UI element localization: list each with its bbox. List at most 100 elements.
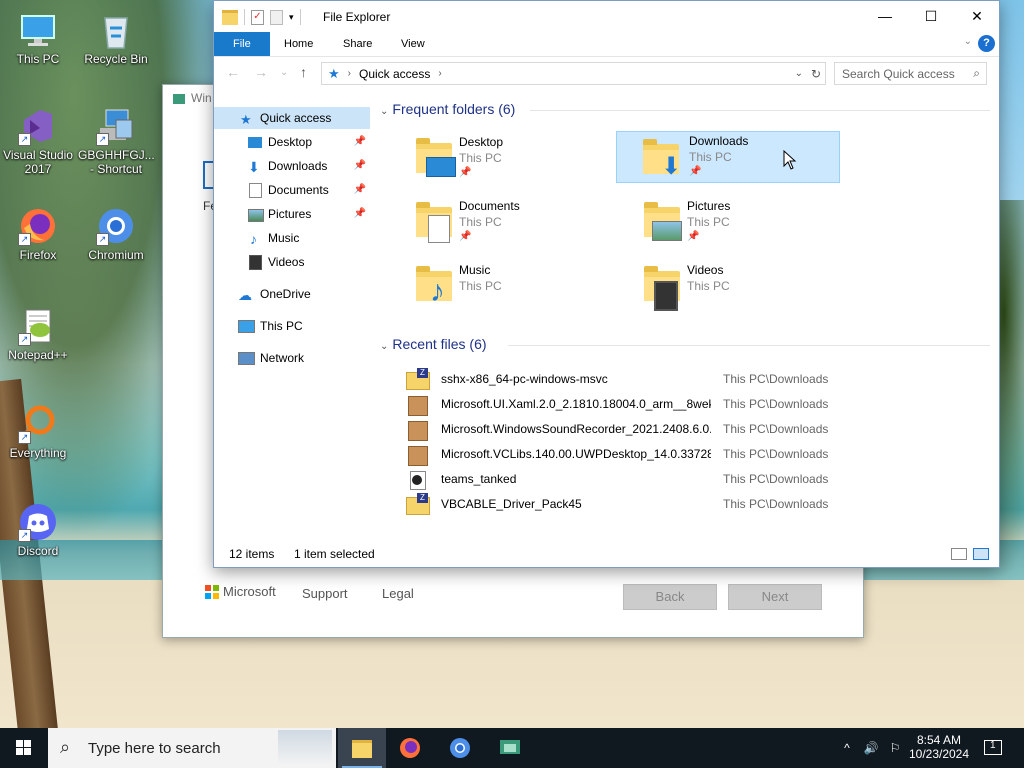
package-icon xyxy=(406,443,428,466)
nav-this-pc[interactable]: This PC xyxy=(214,315,370,337)
file-name: teams_tanked xyxy=(441,472,517,486)
support-link[interactable]: Support xyxy=(302,586,348,601)
recent-file-row[interactable]: Z sshx-x86_64-pc-windows-msvc This PC\Do… xyxy=(406,367,1006,391)
taskbar-chromium[interactable] xyxy=(436,728,484,768)
recent-file-row[interactable]: Microsoft.WindowsSoundRecorder_2021.2408… xyxy=(406,417,1006,441)
nav-music[interactable]: ♪ Music xyxy=(214,227,370,249)
folder-name: Downloads xyxy=(689,134,749,148)
shortcut-arrow-icon: ↗ xyxy=(18,133,31,146)
nav-desktop[interactable]: Desktop 📌 xyxy=(214,131,370,153)
clock[interactable]: 8:54 AM 10/23/2024 xyxy=(908,728,970,768)
search-box[interactable]: Search Quick access ⌕ xyxy=(834,62,987,85)
help-icon[interactable]: ? xyxy=(978,35,995,52)
back-button[interactable]: Back xyxy=(623,584,717,610)
breadcrumb-quick-access[interactable]: Quick access xyxy=(359,67,430,81)
minimize-icon[interactable]: — xyxy=(862,1,908,32)
folder-tile-downloads[interactable]: ⬇ Downloads This PC 📌 xyxy=(616,131,840,183)
recent-file-row[interactable]: teams_tanked This PC\Downloads xyxy=(406,467,1006,491)
taskbar-firefox[interactable] xyxy=(386,728,434,768)
title-bar[interactable]: ✓ ▾ File Explorer — ☐ ✕ xyxy=(214,1,999,32)
properties-icon[interactable]: ✓ xyxy=(251,9,264,25)
tab-home[interactable]: Home xyxy=(270,32,327,56)
desktop-icon-recycle-bin[interactable]: Recycle Bin xyxy=(78,10,154,66)
nav-documents[interactable]: Documents 📌 xyxy=(214,179,370,201)
folder-tile-documents[interactable]: Documents This PC 📌 xyxy=(412,197,634,247)
shortcut-arrow-icon: ↗ xyxy=(18,431,31,444)
folder-tile-music[interactable]: ♪ Music This PC xyxy=(412,261,634,311)
expand-ribbon-chevron-icon[interactable]: ⌄ xyxy=(964,36,972,47)
folder-tile-pictures[interactable]: Pictures This PC 📌 xyxy=(640,197,862,247)
taskbar-search-box[interactable]: ⌕ Type here to search xyxy=(48,728,336,768)
start-button[interactable] xyxy=(0,728,48,768)
pin-icon[interactable]: 📌 xyxy=(354,155,366,177)
nav-downloads[interactable]: ⬇ Downloads 📌 xyxy=(214,155,370,177)
tab-file[interactable]: File xyxy=(214,32,270,56)
forward-arrow-icon[interactable]: → xyxy=(254,64,268,80)
nav-onedrive[interactable]: ☁ OneDrive xyxy=(214,283,370,305)
monitor-icon xyxy=(18,10,58,50)
recent-file-row[interactable]: Z VBCABLE_Driver_Pack45 This PC\Download… xyxy=(406,492,1006,516)
volume-icon[interactable]: 🔊 xyxy=(860,728,882,768)
action-center-button[interactable]: 1 xyxy=(978,728,1014,768)
address-dropdown-chevron-icon[interactable]: ⌄ xyxy=(795,68,803,79)
nav-videos[interactable]: Videos xyxy=(214,251,370,273)
selection-count: 1 item selected xyxy=(294,547,375,561)
address-bar[interactable]: ★ › Quick access › ⌄ ↻ xyxy=(321,62,826,85)
pin-icon[interactable]: 📌 xyxy=(354,203,366,225)
frequent-folders-header[interactable]: ⌄ Frequent folders (6) xyxy=(380,101,990,117)
refresh-icon[interactable]: ↻ xyxy=(811,67,821,81)
desktop-icon-chromium[interactable]: ↗ Chromium xyxy=(78,206,154,262)
recycle-bin-icon xyxy=(96,10,136,50)
desktop-icon-this-pc[interactable]: This PC xyxy=(0,10,76,66)
taskbar-setup-app[interactable] xyxy=(486,728,534,768)
nav-quick-access[interactable]: ★ Quick access xyxy=(214,107,370,129)
tiles-view-icon[interactable] xyxy=(973,548,989,560)
folder-tile-videos[interactable]: Videos This PC xyxy=(640,261,862,311)
desktop-icon-notepadpp[interactable]: ↗ Notepad++ xyxy=(0,306,76,362)
tab-view[interactable]: View xyxy=(387,32,439,56)
group-divider xyxy=(508,345,990,346)
details-view-icon[interactable] xyxy=(951,548,967,560)
new-folder-icon[interactable] xyxy=(270,9,283,25)
file-name: sshx-x86_64-pc-windows-msvc xyxy=(441,372,608,386)
network-computer-icon: ↗ xyxy=(96,106,136,146)
folder-icon xyxy=(222,9,238,25)
folder-location: This PC xyxy=(689,150,732,164)
file-location: This PC\Downloads xyxy=(723,497,829,511)
recent-file-row[interactable]: Microsoft.VCLibs.140.00.UWPDesktop_14.0.… xyxy=(406,442,1006,466)
pin-icon[interactable]: 📌 xyxy=(354,179,366,201)
pin-icon: 📌 xyxy=(689,166,702,177)
file-name: VBCABLE_Driver_Pack45 xyxy=(441,497,582,511)
tab-share[interactable]: Share xyxy=(329,32,386,56)
desktop-icon-firefox[interactable]: ↗ Firefox xyxy=(0,206,76,262)
documents-folder-icon xyxy=(412,199,456,243)
recent-files-header[interactable]: ⌄ Recent files (6) xyxy=(380,336,990,352)
up-arrow-icon[interactable]: ↑ xyxy=(300,64,307,80)
folder-location: This PC xyxy=(687,215,730,229)
nav-pictures[interactable]: Pictures 📌 xyxy=(214,203,370,225)
file-explorer-window[interactable]: ✓ ▾ File Explorer — ☐ ✕ File Home Share … xyxy=(213,0,1000,568)
next-button[interactable]: Next xyxy=(728,584,822,610)
nav-network[interactable]: Network xyxy=(214,347,370,369)
show-hidden-icons-chevron-icon[interactable]: ^ xyxy=(838,728,856,768)
desktop-icon-discord[interactable]: ↗ Discord xyxy=(0,502,76,558)
desktop-icon-visual-studio[interactable]: ↗ Visual Studio 2017 xyxy=(0,106,76,176)
file-name: Microsoft.WindowsSoundRecorder_2021.2408… xyxy=(441,422,711,436)
maximize-icon[interactable]: ☐ xyxy=(908,1,954,32)
folder-name: Pictures xyxy=(687,199,731,213)
recent-locations-chevron-icon[interactable]: ⌄ xyxy=(280,67,288,78)
back-arrow-icon[interactable]: ← xyxy=(226,64,240,80)
pin-icon[interactable]: 📌 xyxy=(354,131,366,153)
customize-toolbar-chevron-icon[interactable]: ▾ xyxy=(289,12,294,23)
network-status-icon[interactable]: ⚐ xyxy=(884,728,906,768)
close-icon[interactable]: ✕ xyxy=(954,1,1000,32)
folder-tile-desktop[interactable]: Desktop This PC 📌 xyxy=(412,133,634,183)
nav-label: Pictures xyxy=(268,207,312,221)
taskbar-file-explorer[interactable] xyxy=(338,728,386,768)
legal-link[interactable]: Legal xyxy=(382,586,414,601)
desktop-icon-shortcut[interactable]: ↗ GBGHHFGJ... - Shortcut xyxy=(78,106,155,176)
downloads-arrow-icon: ⬇ xyxy=(248,159,260,175)
recent-file-row[interactable]: Microsoft.UI.Xaml.2.0_2.1810.18004.0_arm… xyxy=(406,392,1006,416)
file-location: This PC\Downloads xyxy=(723,447,829,461)
desktop-icon-everything[interactable]: ↗ Everything xyxy=(0,404,76,460)
